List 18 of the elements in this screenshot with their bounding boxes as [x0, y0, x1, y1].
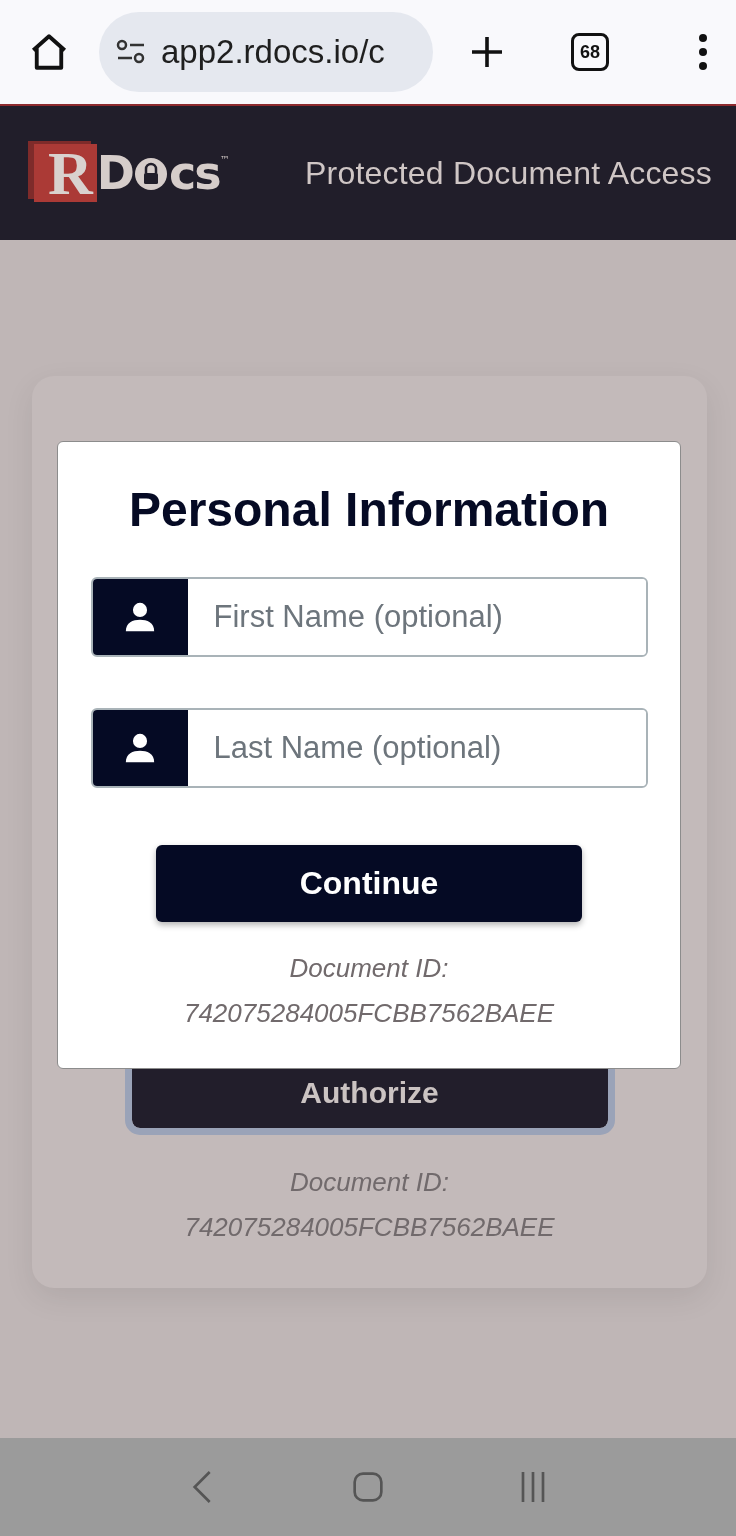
person-icon	[123, 600, 157, 634]
site-settings-icon[interactable]	[115, 38, 147, 66]
address-bar[interactable]: app2.rdocs.io/c	[99, 12, 433, 92]
logo-text: cs	[168, 146, 220, 200]
menu-icon[interactable]	[698, 34, 708, 70]
padlock-icon	[133, 155, 168, 191]
tab-count-button[interactable]: 68	[571, 33, 609, 71]
person-icon	[123, 731, 157, 765]
document-id: Document ID: 742075284005FCBB7562BAEE	[183, 952, 555, 1030]
name-field[interactable]: First Name (optional)	[90, 577, 648, 657]
trademark: ™	[219, 154, 230, 165]
header-title: Protected Document Access	[305, 154, 712, 192]
dialog-title: Personal Information	[128, 482, 610, 537]
document-id: Document ID: 742075284005FCBB7562BAEE	[184, 1166, 555, 1244]
continue-button[interactable]: Continue	[156, 845, 582, 922]
name-field[interactable]: Last Name (optional)	[90, 708, 648, 788]
new-tab-icon[interactable]	[469, 34, 505, 70]
logo-text: D	[96, 146, 133, 200]
